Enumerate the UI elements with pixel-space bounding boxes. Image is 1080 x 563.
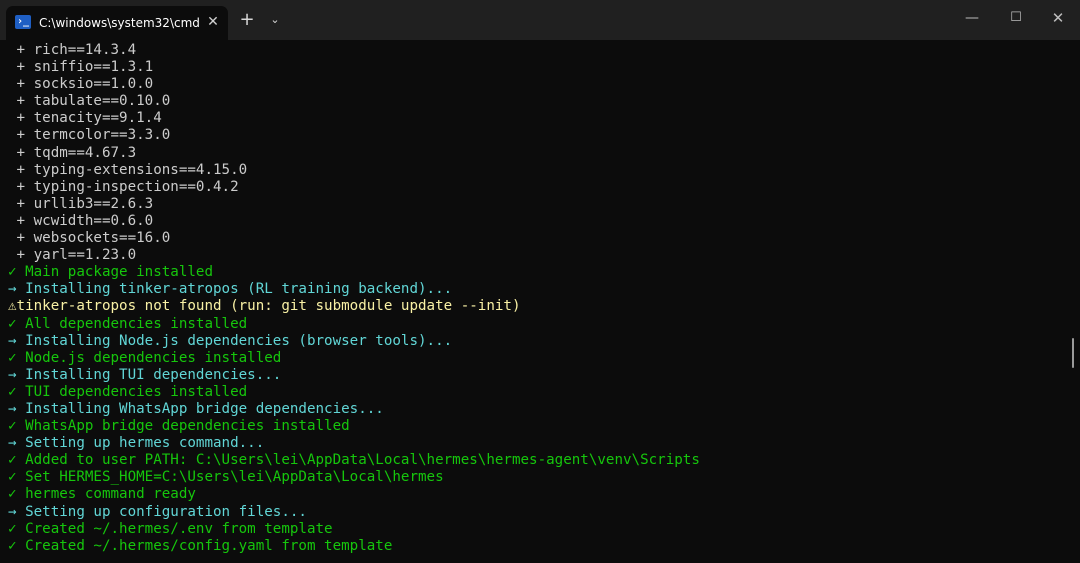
terminal-line: → Installing tinker-atropos (RL training… [8, 281, 453, 298]
chevron-down-icon[interactable]: ⌄ [264, 8, 286, 32]
terminal-icon: ›_ [15, 15, 31, 29]
close-window-button[interactable]: ✕ [1036, 4, 1080, 32]
terminal-line: + tqdm==4.67.3 [8, 144, 137, 161]
scrollbar-thumb[interactable] [1072, 338, 1074, 368]
terminal-line: ✓ hermes command ready [8, 486, 196, 503]
terminal-line: + yarl==1.23.0 [8, 247, 137, 264]
terminal-line: + rich==14.3.4 [8, 42, 137, 58]
maximize-button[interactable]: ☐ [994, 4, 1038, 32]
terminal-line: → Installing WhatsApp bridge dependencie… [8, 400, 384, 417]
terminal-line: → Setting up configuration files... [8, 503, 307, 520]
terminal-line: + tenacity==9.1.4 [8, 110, 162, 127]
terminal-line: + socksio==1.0.0 [8, 76, 154, 93]
terminal-line: + wcwidth==0.6.0 [8, 212, 154, 229]
tab-title: C:\windows\system32\cmd.exe [39, 16, 199, 30]
terminal-line: + sniffio==1.3.1 [8, 59, 154, 76]
title-bar[interactable]: ›_ C:\windows\system32\cmd.exe ✕ + ⌄ — ☐… [0, 0, 1080, 40]
close-tab-icon[interactable]: ✕ [205, 14, 221, 30]
terminal-lines: + rich==14.3.4 + sniffio==1.3.1 + socksi… [8, 42, 1058, 555]
terminal-line: + typing-extensions==4.15.0 [8, 161, 248, 178]
terminal-line: ✓ Added to user PATH: C:\Users\lei\AppDa… [8, 452, 700, 469]
terminal-line: + typing-inspection==0.4.2 [8, 178, 239, 195]
terminal-line: ✓ Node.js dependencies installed [8, 349, 282, 366]
terminal-window: ›_ C:\windows\system32\cmd.exe ✕ + ⌄ — ☐… [0, 0, 1080, 563]
terminal-line: ✓ TUI dependencies installed [8, 383, 248, 400]
terminal-output[interactable]: + rich==14.3.4 + sniffio==1.3.1 + socksi… [0, 40, 1080, 563]
new-tab-button[interactable]: + [234, 8, 260, 32]
terminal-line: + urllib3==2.6.3 [8, 195, 154, 212]
terminal-line: ✓ Main package installed [8, 264, 213, 281]
terminal-line: → Setting up hermes command... [8, 435, 265, 452]
terminal-line: ⚠tinker-atropos not found (run: git subm… [8, 298, 521, 315]
tab-cmd[interactable]: ›_ C:\windows\system32\cmd.exe ✕ [6, 6, 228, 40]
terminal-line: → Installing Node.js dependencies (brows… [8, 332, 453, 349]
terminal-line: → Installing TUI dependencies... [8, 366, 282, 383]
terminal-line: + websockets==16.0 [8, 230, 171, 247]
terminal-line: + termcolor==3.3.0 [8, 127, 171, 144]
terminal-line: + tabulate==0.10.0 [8, 93, 171, 110]
terminal-line: ✓ Created ~/.hermes/config.yaml from tem… [8, 537, 393, 554]
minimize-button[interactable]: — [950, 4, 994, 32]
terminal-line: ✓ Set HERMES_HOME=C:\Users\lei\AppData\L… [8, 469, 444, 486]
terminal-line: ✓ WhatsApp bridge dependencies installed [8, 418, 350, 435]
terminal-line: ✓ All dependencies installed [8, 315, 248, 332]
terminal-line: ✓ Created ~/.hermes/.env from template [8, 520, 333, 537]
